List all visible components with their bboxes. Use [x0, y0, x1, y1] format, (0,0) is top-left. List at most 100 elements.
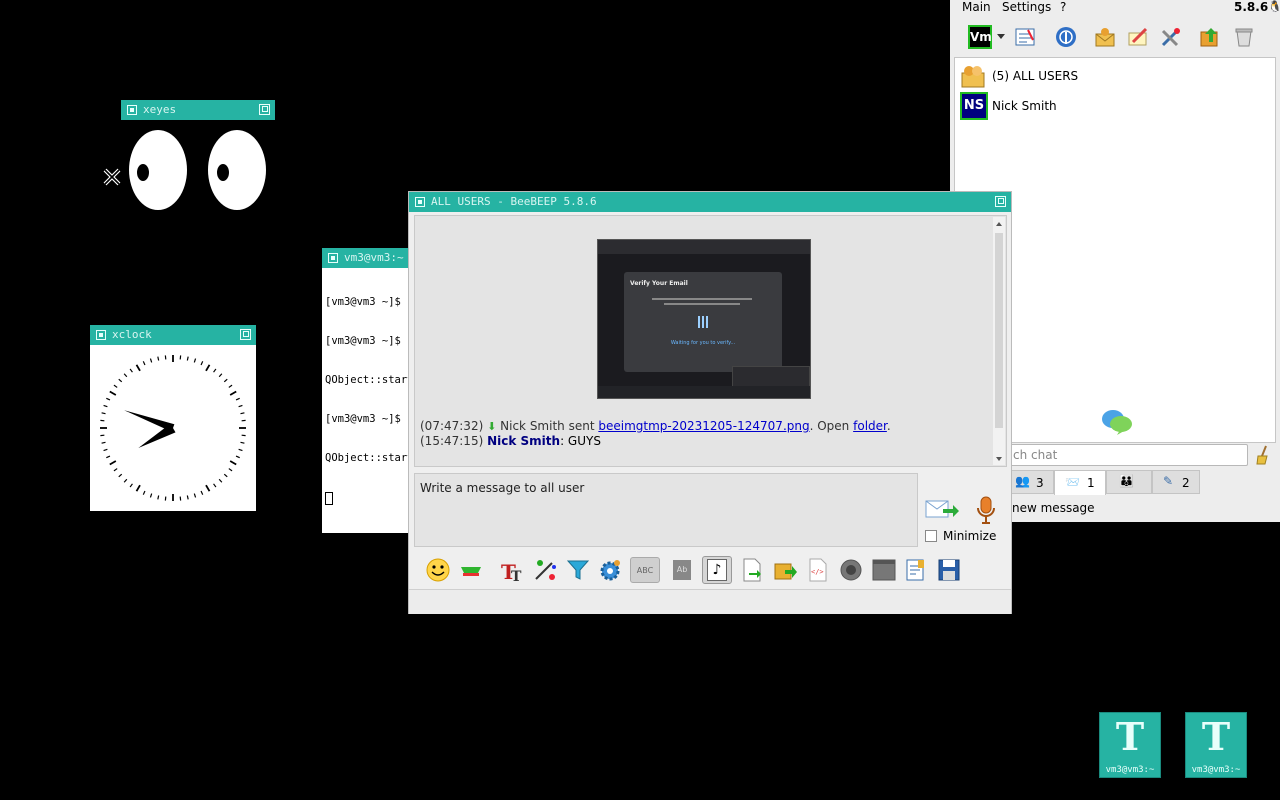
vm-status-icon[interactable]: Vm [968, 25, 992, 49]
send-file-icon[interactable] [739, 557, 765, 583]
shared-image[interactable]: Verify Your Email Waiting for you to ver… [597, 239, 811, 399]
scroll-down-icon[interactable] [996, 457, 1002, 461]
xeyes-titlebar[interactable]: xeyes [121, 100, 275, 120]
clock-tick [135, 484, 141, 492]
iconified-terminal[interactable]: T vm3@vm3:~ [1099, 712, 1161, 778]
menu-help[interactable]: ? [1060, 0, 1066, 14]
terminal-line: QObject::start [325, 374, 414, 386]
menu-settings[interactable]: Settings [1002, 0, 1051, 14]
window-menu-icon[interactable] [96, 330, 106, 340]
terminal-line: [vm3@vm3 ~]$ b [325, 335, 414, 347]
send-icon[interactable] [925, 496, 959, 522]
xclock-window[interactable]: xclock [90, 325, 256, 511]
chevron-down-icon[interactable] [997, 34, 1005, 39]
chat-titlebar[interactable]: ALL USERS - BeeBEEP 5.8.6 [409, 192, 1011, 212]
spellcheck-icon[interactable]: ABC [630, 557, 660, 583]
window-menu-icon[interactable] [127, 105, 137, 115]
tab-bar: 👥 3 📨 1 👪 ✎ 2 [1008, 470, 1278, 495]
clock-tick [240, 412, 245, 415]
message-author: Nick Smith [487, 434, 561, 448]
search-chat-input[interactable]: ch chat [1008, 444, 1248, 466]
user-list-item[interactable]: (5) ALL USERS [958, 62, 1268, 88]
folder-share-icon[interactable] [1197, 24, 1223, 50]
folder-icon[interactable] [772, 557, 798, 583]
message-text: . Open [809, 419, 850, 433]
broadcast-icon[interactable] [1053, 24, 1079, 50]
screenshot-icon[interactable] [838, 557, 864, 583]
font-icon[interactable]: TT [499, 557, 525, 583]
image-toast [732, 366, 810, 388]
tab-chats[interactable]: 👥 3 [1008, 470, 1054, 494]
clock-tick [235, 397, 240, 401]
clock-tick [213, 368, 217, 373]
notes-icon[interactable] [903, 557, 929, 583]
scroll-thumb[interactable] [995, 233, 1003, 428]
message-history[interactable]: Verify Your Email Waiting for you to ver… [414, 215, 1007, 467]
clock-tick [142, 490, 146, 495]
iconified-terminal[interactable]: T vm3@vm3:~ [1185, 712, 1247, 778]
menu-main[interactable]: Main [962, 0, 991, 14]
tab-count: 1 [1087, 476, 1095, 490]
maximize-icon[interactable] [259, 104, 270, 115]
clock-tick [193, 493, 197, 498]
window-menu-icon[interactable] [415, 197, 425, 207]
window-title: ALL USERS - BeeBEEP 5.8.6 [431, 195, 597, 208]
clock-tick [228, 468, 233, 472]
clock-tick [106, 397, 111, 401]
window-title: vm3@vm3:~ [344, 251, 404, 264]
tab-groups[interactable]: 👪 [1106, 470, 1152, 494]
html-icon[interactable]: </> [805, 557, 831, 583]
xeyes-window[interactable]: xeyes [121, 100, 275, 220]
clock-hour-hand [138, 423, 176, 448]
message-file-sent: (07:47:32) ⬇ Nick Smith sent beeimgtmp-2… [420, 419, 990, 434]
tab-shares[interactable]: ✎ 2 [1152, 470, 1200, 494]
folder-link[interactable]: folder [853, 419, 887, 433]
save-icon[interactable] [936, 557, 962, 583]
tab-count: 2 [1182, 476, 1190, 490]
maximize-icon[interactable] [240, 329, 251, 340]
dictionary-icon[interactable]: Ab [669, 557, 695, 583]
compose-icon[interactable] [1125, 24, 1151, 50]
filter-icon[interactable] [565, 557, 591, 583]
right-eye [208, 130, 266, 210]
xclock-titlebar[interactable]: xclock [90, 325, 256, 345]
color-picker-icon[interactable] [532, 557, 558, 583]
tab-users[interactable]: 📨 1 [1054, 470, 1106, 495]
window-menu-icon[interactable] [328, 253, 338, 263]
highlighter-icon[interactable] [458, 557, 484, 583]
scroll-up-icon[interactable] [996, 222, 1002, 226]
smiley-icon[interactable] [425, 557, 451, 583]
user-list-item[interactable]: NS Nick Smith [958, 92, 1268, 120]
clock-tick [101, 412, 106, 415]
tools-icon[interactable] [1158, 24, 1184, 50]
tab-count: 3 [1036, 476, 1044, 490]
terminal-window[interactable]: vm3@vm3:~ [vm3@vm3 ~]$ b [vm3@vm3 ~]$ b … [322, 248, 422, 533]
terminal-icon: T [1115, 714, 1145, 759]
status-text: new message [1012, 501, 1095, 515]
clock-tick [238, 448, 243, 452]
terminal-output[interactable]: [vm3@vm3 ~]$ b [vm3@vm3 ~]$ b QObject::s… [325, 270, 414, 531]
settings-icon[interactable] [597, 557, 623, 583]
clock-tick [228, 384, 233, 388]
clock-tick [213, 483, 217, 488]
message-text: Nick Smith sent [500, 419, 595, 433]
terminal-icon[interactable] [871, 557, 897, 583]
broom-icon[interactable] [1254, 445, 1272, 465]
note-icon[interactable] [1012, 24, 1038, 50]
minimize-checkbox[interactable] [925, 530, 937, 542]
chat-window[interactable]: ALL USERS - BeeBEEP 5.8.6 Verify Your Em… [408, 191, 1012, 614]
terminal-titlebar[interactable]: vm3@vm3:~ [322, 248, 422, 268]
clock-tick [229, 390, 237, 396]
user-label: (5) ALL USERS [992, 69, 1079, 83]
microphone-icon[interactable] [975, 495, 997, 525]
message-input[interactable]: Write a message to all user [414, 473, 918, 547]
icon-label: vm3@vm3:~ [1191, 765, 1241, 775]
envelope-icon[interactable] [1092, 24, 1118, 50]
file-link[interactable]: beeimgtmp-20231205-124707.png [598, 419, 809, 433]
trash-icon[interactable] [1231, 24, 1257, 50]
scrollbar[interactable] [993, 217, 1005, 465]
music-note-icon[interactable]: ♪ [702, 556, 732, 584]
clock-tick [157, 356, 160, 361]
clock-tick [218, 478, 223, 483]
maximize-icon[interactable] [995, 196, 1006, 207]
